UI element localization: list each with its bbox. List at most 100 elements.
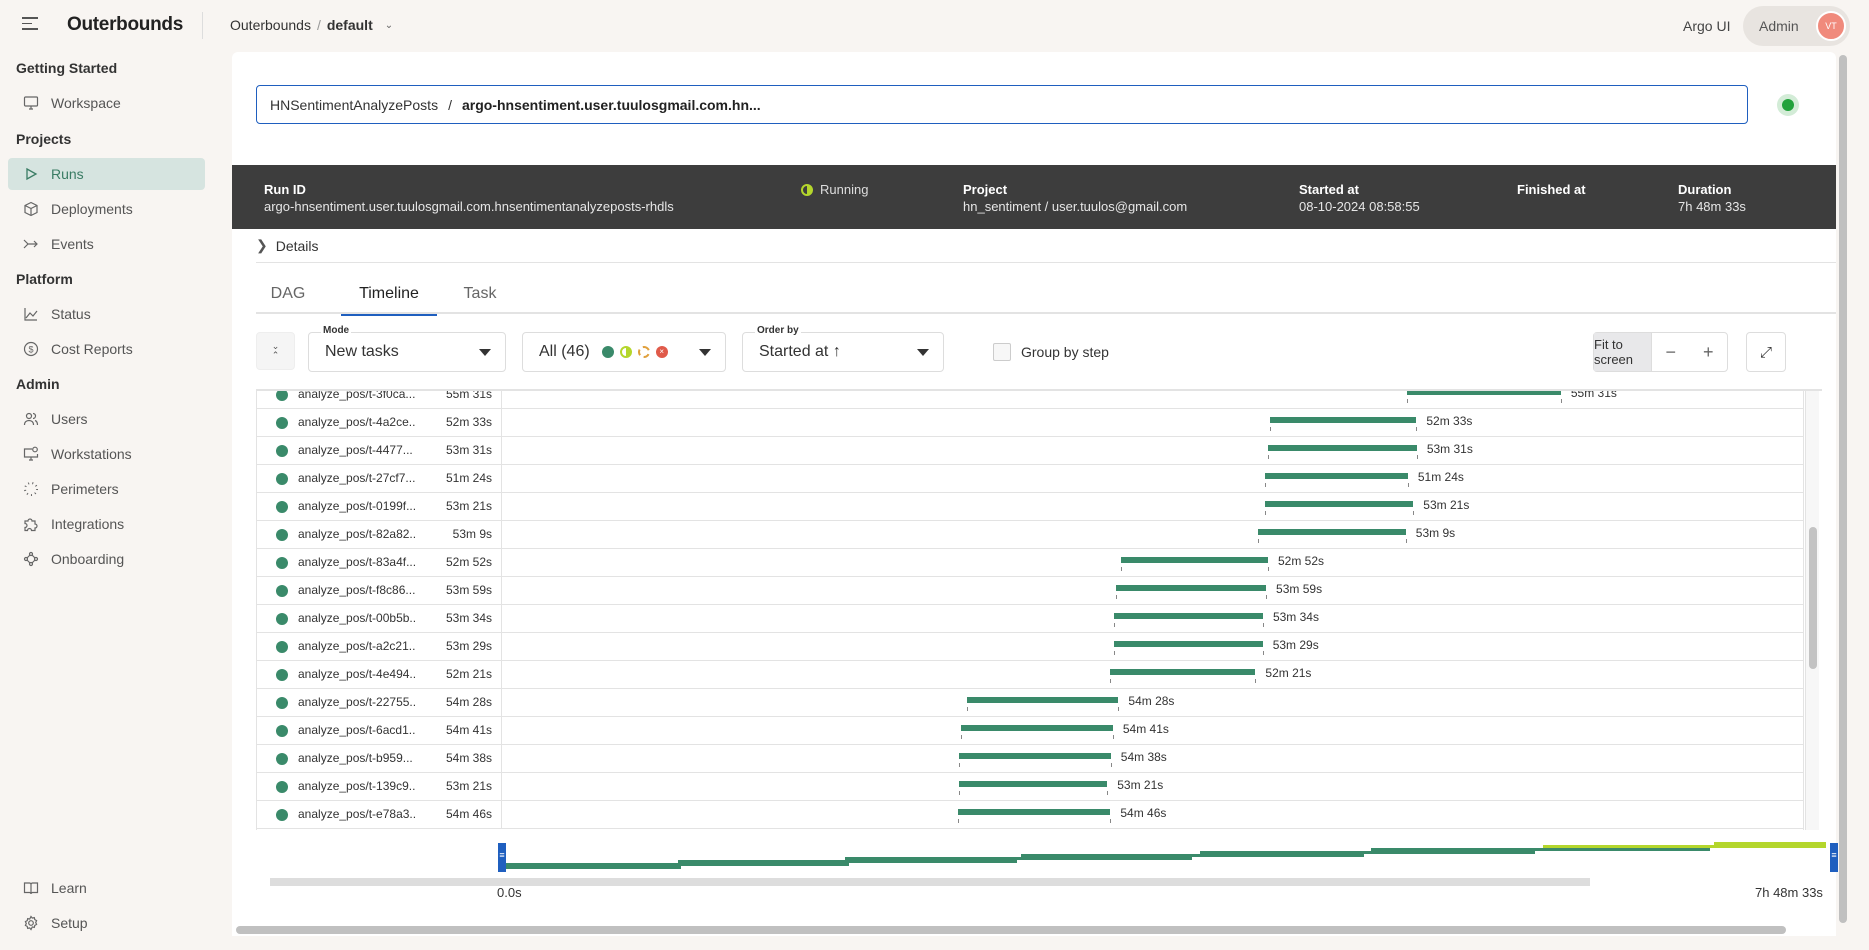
sidebar-item-onboarding[interactable]: Onboarding [8,543,205,575]
task-bar[interactable] [1264,501,1414,507]
argo-ui-link[interactable]: Argo UI [1683,18,1730,34]
mode-select[interactable]: Mode New tasks [308,325,506,372]
order-by-select[interactable]: Order by Started at ↑ [742,325,944,372]
sidebar-item-integrations[interactable]: Integrations [8,508,205,540]
task-row[interactable]: analyze_pos/t-00b5b... 53m 34s 53m 34s [257,605,1803,633]
sidebar-item-runs[interactable]: Runs [8,158,205,190]
horizontal-scrollbar[interactable] [236,926,1786,934]
task-bar[interactable] [958,781,1108,787]
page-scrollbar[interactable] [1839,55,1847,923]
task-bar[interactable] [1406,391,1561,395]
task-bar[interactable] [1120,557,1268,563]
task-name[interactable]: analyze_pos/t-b959... [298,751,416,765]
chevron-down-icon[interactable]: ⌄ [385,20,393,31]
task-row[interactable]: analyze_pos/t-e78a3... 54m 46s 54m 46s [257,801,1803,829]
task-bar[interactable] [1115,585,1267,591]
started-at-value: 08-10-2024 08:58:55 [1299,199,1420,214]
timeline-minimap[interactable] [262,836,1838,886]
task-bar[interactable] [1114,613,1263,619]
task-row[interactable]: analyze_pos/t-4477... 53m 31s 53m 31s [257,437,1803,465]
sidebar-item-status[interactable]: Status [8,298,205,330]
task-bar[interactable] [958,809,1111,815]
task-bar[interactable] [1270,417,1417,423]
fullscreen-expand-button[interactable]: ⤢ [1746,332,1786,372]
minimap-track[interactable] [270,878,1590,886]
task-row[interactable]: analyze_pos/t-b959... 54m 38s 54m 38s [257,745,1803,773]
admin-menu-button[interactable]: Admin VT [1743,6,1850,46]
task-name[interactable]: analyze_pos/t-82a82... [298,527,416,541]
task-row[interactable]: analyze_pos/t-139c9... 53m 21s 53m 21s [257,773,1803,801]
flow-name[interactable]: HNSentimentAnalyzePosts [270,97,438,113]
zoom-out-button[interactable]: − [1652,333,1690,371]
sidebar-item-setup[interactable]: Setup [8,907,205,939]
task-row[interactable]: analyze_pos/t-0199f... 53m 21s 53m 21s [257,493,1803,521]
timeline-scrollbar[interactable] [1805,391,1819,830]
task-bar[interactable] [1114,641,1263,647]
task-row[interactable]: analyze_pos/t-a2c21... 53m 29s 53m 29s [257,633,1803,661]
task-name[interactable]: analyze_pos/t-4a2ce... [298,415,416,429]
avatar[interactable]: VT [1816,11,1846,41]
task-name[interactable]: analyze_pos/t-139c9... [298,779,416,793]
task-bar[interactable] [958,753,1111,759]
task-row[interactable]: analyze_pos/t-22755... 54m 28s 54m 28s [257,689,1803,717]
logo[interactable]: Outerbounds [67,14,183,36]
column-divider [501,391,502,409]
task-row[interactable]: analyze_pos/t-83a4f... 52m 52s 52m 52s [257,549,1803,577]
task-bar[interactable] [1258,529,1406,535]
sidebar-item-workstations[interactable]: Workstations [8,438,205,470]
tab-task[interactable]: Task [450,274,510,314]
task-name[interactable]: analyze_pos/t-00b5b... [298,611,416,625]
sidebar-item-cost-reports[interactable]: $ Cost Reports [8,333,205,365]
sidebar-item-perimeters[interactable]: Perimeters [8,473,205,505]
task-name[interactable]: analyze_pos/t-6acd1... [298,723,416,737]
sidebar-item-label: Workspace [51,95,121,111]
end-tick [1413,511,1415,515]
task-bar[interactable] [1264,473,1408,479]
sidebar-item-deployments[interactable]: Deployments [8,193,205,225]
sidebar-item-users[interactable]: Users [8,403,205,435]
sidebar-item-learn[interactable]: Learn [8,872,205,904]
task-bar[interactable] [1268,445,1417,451]
minimap-end-handle[interactable] [1830,843,1838,872]
scrollbar-thumb[interactable] [1809,527,1817,669]
task-name[interactable]: analyze_pos/t-22755... [298,695,416,709]
task-bar[interactable] [1109,669,1256,675]
breadcrumb-org[interactable]: Outerbounds [230,17,311,33]
task-row[interactable]: analyze_pos/t-4a2ce... 52m 33s 52m 33s [257,409,1803,437]
details-toggle[interactable]: ❯ Details [256,229,1836,263]
collapse-all-button[interactable]: ⌄ ⌃ [256,332,295,370]
task-name[interactable]: analyze_pos/t-27cf7... [298,471,416,485]
task-row[interactable]: analyze_pos/t-f8c86... 53m 59s 53m 59s [257,577,1803,605]
group-by-step-label: Group by step [1021,344,1109,360]
zoom-in-button[interactable]: + [1690,333,1728,371]
tab-timeline[interactable]: Timeline [341,274,437,316]
task-name[interactable]: analyze_pos/t-4e494... [298,667,416,681]
fit-to-screen-button[interactable]: Fit to screen [1594,333,1652,371]
breadcrumb-project[interactable]: default [327,17,373,33]
task-name[interactable]: analyze_pos/t-4477... [298,443,416,457]
run-name[interactable]: argo-hnsentiment.user.tuulosgmail.com.hn… [462,97,761,113]
sidebar-item-workspace[interactable]: Workspace [8,87,205,119]
tab-dag[interactable]: DAG [256,274,320,314]
task-name[interactable]: analyze_pos/t-0199f... [298,499,416,513]
task-name[interactable]: analyze_pos/t-a2c21... [298,639,416,653]
task-bar[interactable] [960,725,1113,731]
task-name[interactable]: analyze_pos/t-f8c86... [298,583,416,597]
task-row[interactable]: analyze_pos/t-82a82... 53m 9s 53m 9s [257,521,1803,549]
task-row[interactable]: analyze_pos/t-3f0ca... 55m 31s 55m 31s [257,391,1803,409]
task-row[interactable]: analyze_pos/t-4e494... 52m 21s 52m 21s [257,661,1803,689]
task-name[interactable]: analyze_pos/t-83a4f... [298,555,416,569]
task-name[interactable]: analyze_pos/t-3f0ca... [298,391,416,401]
minimap-start-handle[interactable] [498,843,506,872]
task-row[interactable]: analyze_pos/t-27cf7... 51m 24s 51m 24s [257,465,1803,493]
running-status-icon [619,346,632,358]
sidebar-item-events[interactable]: Events [8,228,205,260]
order-by-value: Started at ↑ [759,343,841,360]
task-bar[interactable] [966,697,1119,703]
task-row[interactable]: analyze_pos/t-6acd1... 54m 41s 54m 41s [257,717,1803,745]
status-filter-select[interactable]: All (46) × [522,332,726,372]
group-by-step-checkbox[interactable] [993,343,1011,361]
task-name[interactable]: analyze_pos/t-e78a3... [298,807,416,821]
run-path-field[interactable]: HNSentimentAnalyzePosts / argo-hnsentime… [256,85,1748,124]
menu-icon[interactable] [22,17,38,31]
